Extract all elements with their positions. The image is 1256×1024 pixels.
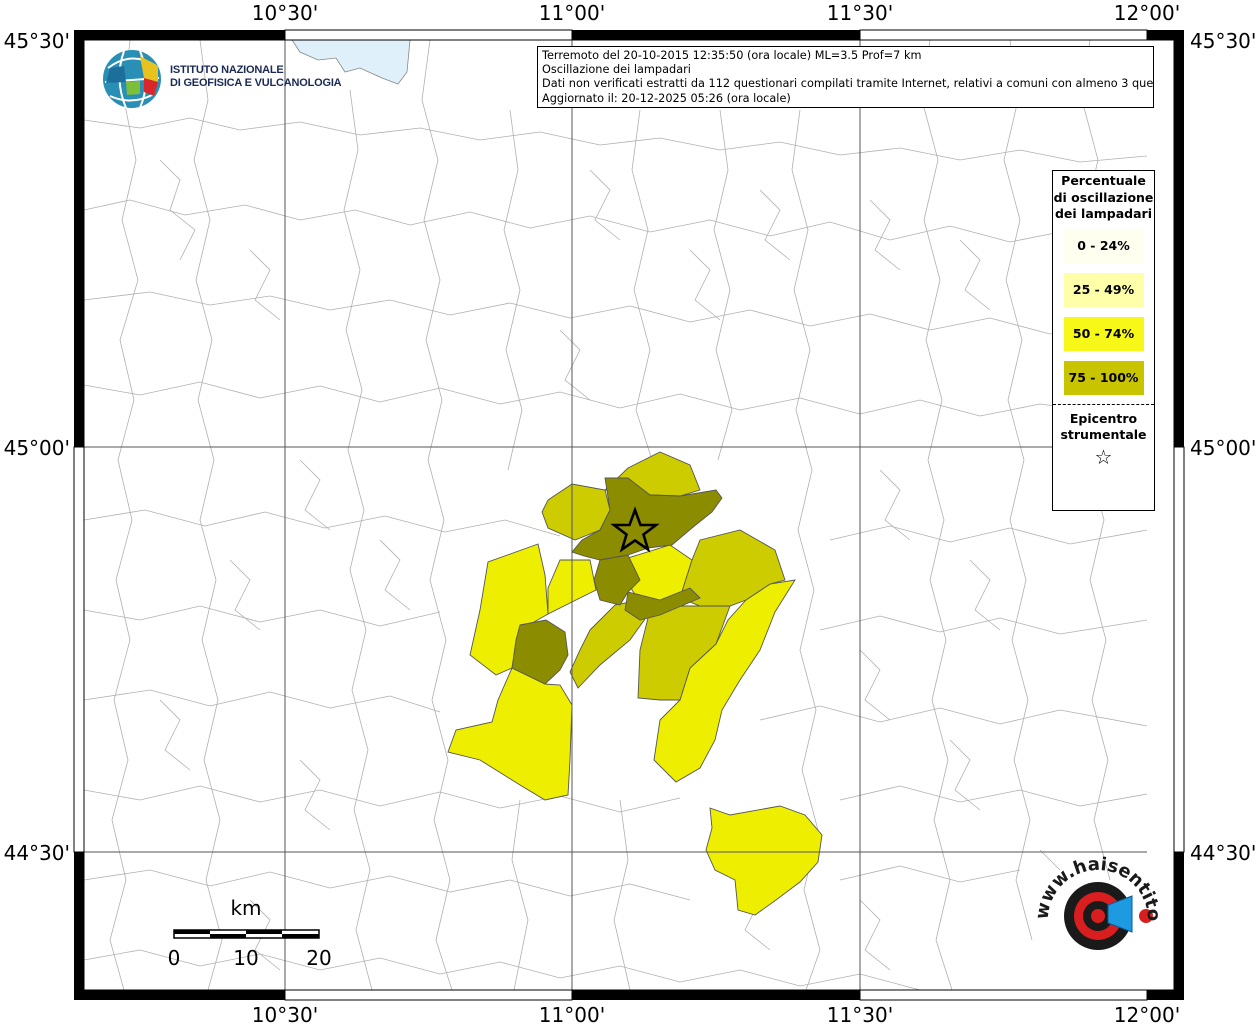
- lon-label-bottom: 10°30': [252, 1003, 318, 1024]
- lon-label-top: 12°00': [1114, 1, 1180, 25]
- legend-title: Percentuale di oscillazione dei lampadar…: [1053, 173, 1154, 221]
- globe-icon: [103, 50, 161, 109]
- logo-line: ISTITUTO NAZIONALE: [170, 64, 284, 76]
- scale-tick: 0: [168, 946, 181, 970]
- lon-label-top: 11°00': [539, 1, 605, 25]
- lon-labels-bottom: 10°30' 11°00' 11°30' 12°00': [252, 1003, 1180, 1024]
- logo-line: DI GEOFISICA E VULCANOLOGIA: [170, 77, 342, 89]
- event-info-line: Terremoto del 20-10-2015 12:35:50 (ora l…: [542, 49, 922, 62]
- legend-item-25-49: 25 - 49%: [1063, 272, 1144, 307]
- event-info-box: Terremoto del 20-10-2015 12:35:50 (ora l…: [537, 46, 1154, 108]
- lon-label-bottom: 12°00': [1114, 1003, 1180, 1024]
- lon-label-bottom: 11°30': [827, 1003, 893, 1024]
- event-info-line: Dati non verificati estratti da 112 ques…: [542, 77, 1154, 91]
- lon-label-top: 11°30': [827, 1, 893, 25]
- legend-item-0-24: 0 - 24%: [1063, 228, 1144, 263]
- lat-label-left: 44°30': [4, 841, 70, 865]
- scale-tick: 20: [306, 946, 331, 970]
- legend-item-75-100: 75 - 100%: [1063, 360, 1144, 395]
- lat-label-right: 45°30': [1190, 29, 1256, 53]
- epicenter-legend-symbol: ☆: [1094, 444, 1113, 469]
- ingv-logo-text: ISTITUTO NAZIONALE DI GEOFISICA E VULCAN…: [170, 64, 342, 90]
- event-info-line: Aggiornato il: 20-12-2025 05:26 (ora loc…: [542, 91, 791, 105]
- scale-unit: km: [230, 896, 261, 920]
- legend: Percentuale di oscillazione dei lampadar…: [1052, 170, 1155, 511]
- lat-labels-right: 45°30' 45°00' 44°30': [1190, 29, 1256, 865]
- lat-label-right: 44°30': [1190, 841, 1256, 865]
- lat-label-right: 45°00': [1190, 436, 1256, 460]
- lat-label-left: 45°00': [4, 436, 70, 460]
- legend-separator: [1053, 403, 1154, 405]
- legend-item-50-74: 50 - 74%: [1063, 316, 1144, 351]
- intensity-map: 10°30' 11°00' 11°30' 12°00' 10°30' 11°00…: [0, 0, 1256, 1024]
- lat-label-left: 45°30': [4, 29, 70, 53]
- scale-tick: 10: [233, 946, 258, 970]
- event-info-line: Oscillazione dei lampadari: [542, 63, 691, 77]
- lat-labels-left: 45°30' 45°00' 44°30': [4, 29, 70, 865]
- epicenter-legend-title: Epicentro strumentale: [1060, 410, 1147, 442]
- lon-label-top: 10°30': [252, 1, 318, 25]
- lon-labels-top: 10°30' 11°00' 11°30' 12°00': [252, 1, 1180, 25]
- lon-label-bottom: 11°00': [539, 1003, 605, 1024]
